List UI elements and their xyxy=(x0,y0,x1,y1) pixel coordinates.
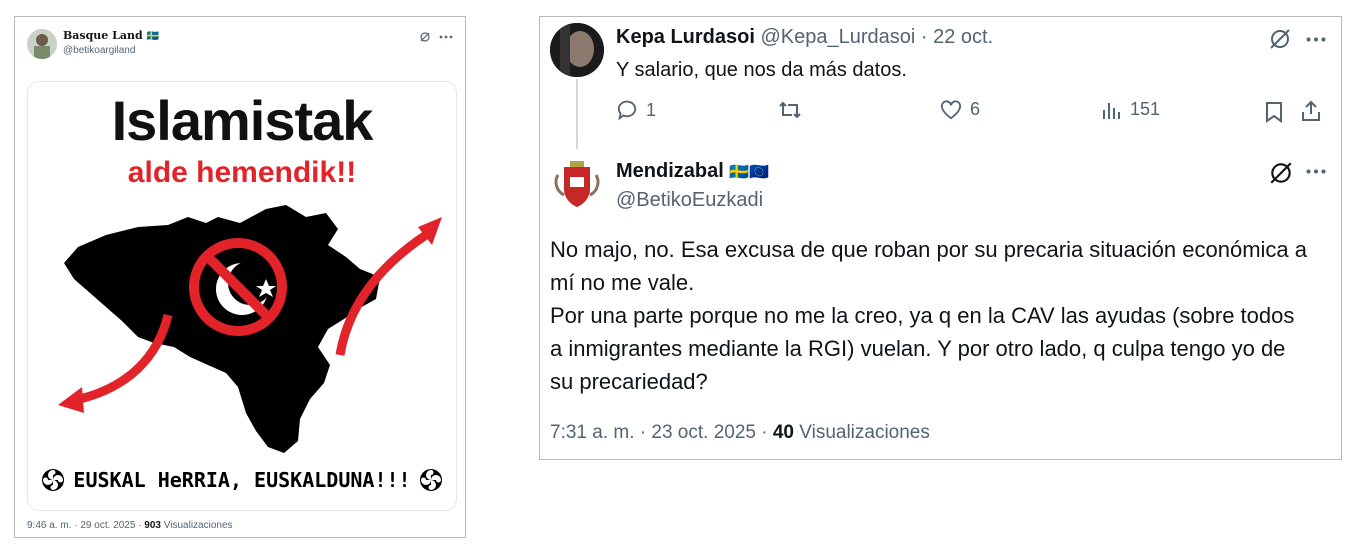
reply-author-name[interactable]: Kepa Lurdasoi xyxy=(616,26,755,48)
right-tweet-card: Kepa Lurdasoi @Kepa_Lurdasoi · 22 oct. Y… xyxy=(539,16,1342,460)
main-tweet-time[interactable]: 7:31 a. m. · 23 oct. 2025 · xyxy=(550,422,773,443)
reply-author-handle[interactable]: @Kepa_Lurdasoi xyxy=(760,26,915,48)
author-name-row: Basque Land 🇸🇪 xyxy=(63,29,159,42)
retweet-icon xyxy=(778,99,802,121)
left-tweet-card: Basque Land 🇸🇪 @betikoargiland Islamista… xyxy=(14,16,466,538)
views-button[interactable]: 151 xyxy=(1102,99,1160,120)
reply-count: 1 xyxy=(646,99,657,120)
main-views-count: 40 xyxy=(772,422,794,443)
main-author-row: Mendizabal 🇸🇪🇪🇺 xyxy=(616,160,769,183)
views-count: 151 xyxy=(1130,99,1161,119)
main-tweet-text: No majo, no. Esa excusa de que roban por… xyxy=(550,237,1307,394)
retweet-button[interactable] xyxy=(778,99,802,121)
share-icon[interactable] xyxy=(1300,100,1322,122)
main-author-flags: 🇸🇪🇪🇺 xyxy=(729,164,770,181)
reply-header: Kepa Lurdasoi @Kepa_Lurdasoi · 22 oct. xyxy=(616,26,993,49)
image-title: Islamistak xyxy=(111,89,374,152)
main-tweet-meta: 7:31 a. m. · 23 oct. 2025 · 40 Visualiza… xyxy=(550,422,930,444)
basque-land-avatar[interactable] xyxy=(27,29,57,59)
author-flag: 🇸🇪 xyxy=(146,31,159,42)
tweet-meta: 9:46 a. m. · 29 oct. 2025 · 903 Visualiz… xyxy=(27,520,233,531)
image-footer-text: EUSKAL HeRRIA, EUSKALDUNA!!! xyxy=(73,468,411,492)
reply-button[interactable]: 1 xyxy=(616,99,656,121)
basque-map-graphic xyxy=(58,205,442,453)
tweet-time[interactable]: 9:46 a. m. · 29 oct. 2025 · xyxy=(27,520,144,531)
thread-line xyxy=(576,79,578,149)
main-author-name[interactable]: Mendizabal xyxy=(616,160,724,182)
grok-icon[interactable] xyxy=(1268,27,1292,51)
views-count: 903 xyxy=(144,520,161,531)
main-author-handle[interactable]: @BetikoEuzkadi xyxy=(616,189,763,212)
like-icon xyxy=(940,99,962,120)
like-count: 6 xyxy=(970,99,981,119)
image-footer-row: EUSKAL HeRRIA, EUSKALDUNA!!! xyxy=(36,468,448,492)
grok-icon[interactable] xyxy=(1268,160,1294,186)
reply-date[interactable]: · 22 oct. xyxy=(921,26,993,48)
more-icon[interactable] xyxy=(1306,169,1326,174)
kepa-avatar[interactable] xyxy=(550,23,604,77)
more-icon[interactable] xyxy=(439,35,453,39)
reply-icon xyxy=(616,99,638,121)
image-subtitle: alde hemendik!! xyxy=(127,156,357,189)
main-views-label: Visualizaciones xyxy=(793,422,930,443)
views-label: Visualizaciones xyxy=(160,520,233,531)
lauburu-icon xyxy=(41,468,65,492)
views-icon xyxy=(1102,100,1122,120)
like-button[interactable]: 6 xyxy=(940,99,980,120)
bookmark-icon[interactable] xyxy=(1264,101,1284,123)
author-handle[interactable]: @betikoargiland xyxy=(63,45,135,56)
grok-icon[interactable] xyxy=(419,31,431,43)
mendizabal-avatar[interactable] xyxy=(550,157,604,211)
author-name[interactable]: Basque Land xyxy=(63,29,143,42)
reply-text: Y salario, que nos da más datos. xyxy=(616,59,907,81)
tweet-image[interactable]: Islamistak alde hemendik!! EUSKAL HeRRIA… xyxy=(27,81,457,511)
more-icon[interactable] xyxy=(1306,37,1326,42)
lauburu-icon xyxy=(419,468,443,492)
